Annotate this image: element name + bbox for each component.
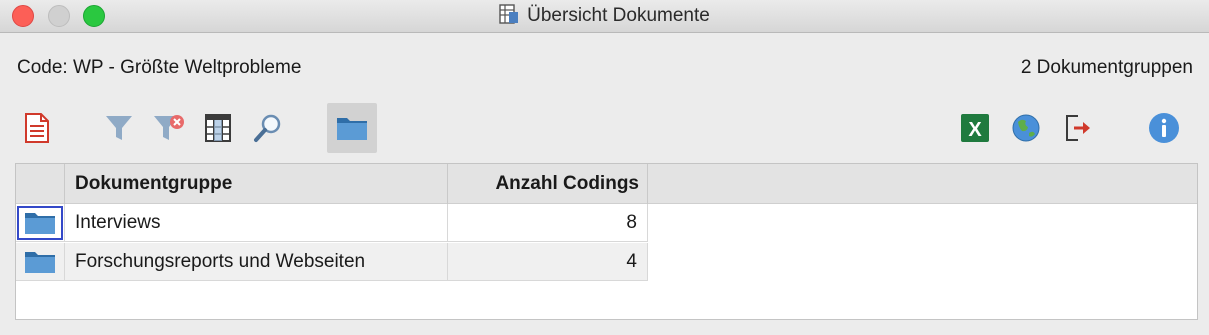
table-row[interactable]: Forschungsreports und Webseiten 4: [16, 243, 648, 281]
table-header: Dokumentgruppe Anzahl Codings: [16, 164, 1197, 204]
table-columns-icon[interactable]: [196, 106, 240, 150]
header-icon-column[interactable]: [16, 164, 65, 204]
document-group-table[interactable]: Dokumentgruppe Anzahl Codings Interviews…: [15, 163, 1198, 320]
row-name: Interviews: [65, 204, 448, 242]
title-bar: Übersicht Dokumente: [0, 0, 1209, 33]
row-icon-cell: [16, 204, 65, 242]
window-table-icon: [499, 3, 519, 29]
info-icon[interactable]: [1142, 106, 1186, 150]
export-icon[interactable]: [1056, 106, 1100, 150]
folder-icon: [25, 212, 55, 234]
table-row[interactable]: Interviews 8: [16, 204, 648, 242]
row-icon-cell: [16, 243, 65, 281]
column-header-dokumentgruppe[interactable]: Dokumentgruppe: [65, 164, 448, 204]
folder-icon: [25, 251, 55, 273]
svg-text:X: X: [968, 119, 982, 141]
selection-focus: [17, 205, 63, 240]
clear-filter-icon[interactable]: [147, 106, 191, 150]
filter-icon[interactable]: [97, 106, 141, 150]
row-name: Forschungsreports und Webseiten: [65, 243, 448, 281]
window-title: Übersicht Dokumente: [527, 5, 710, 26]
code-label: Code: WP - Größte Weltprobleme: [17, 57, 302, 78]
column-header-anzahl-codings[interactable]: Anzahl Codings: [448, 164, 648, 204]
excel-export-icon[interactable]: X: [953, 106, 997, 150]
group-count-label: 2 Dokumentgruppen: [1020, 57, 1193, 78]
globe-icon[interactable]: [1004, 106, 1048, 150]
row-count: 4: [448, 243, 648, 281]
row-count: 8: [448, 204, 648, 242]
search-icon[interactable]: [246, 106, 290, 150]
document-icon[interactable]: [15, 106, 59, 150]
folder-icon[interactable]: [327, 103, 377, 153]
